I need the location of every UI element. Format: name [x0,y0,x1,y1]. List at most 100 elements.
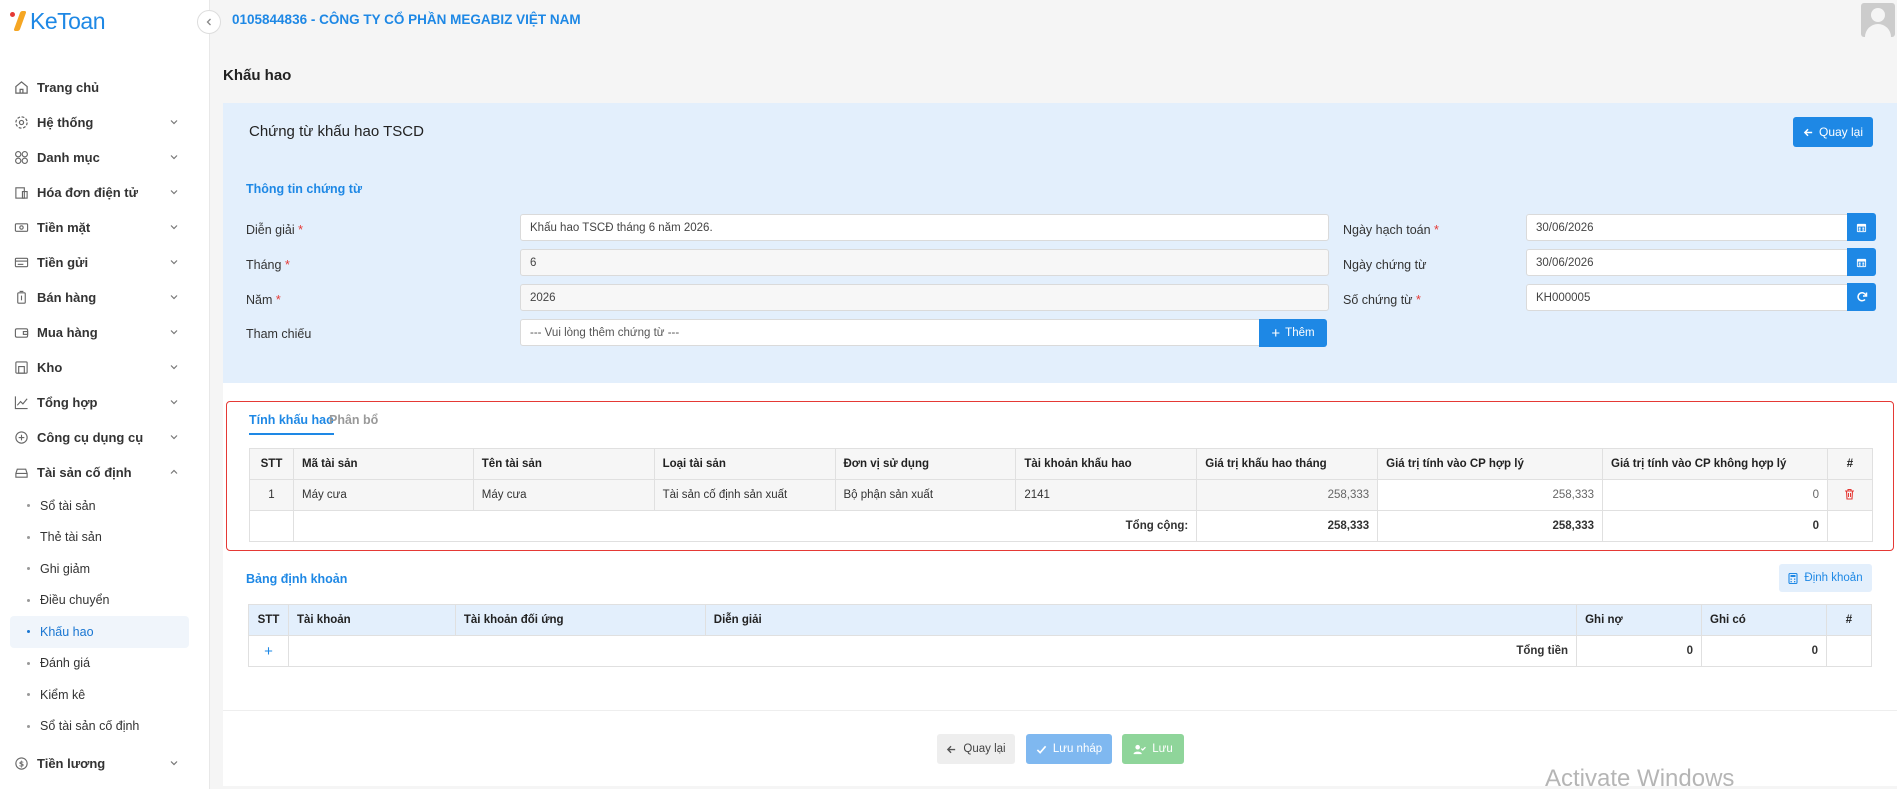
save-draft-label: Lưu nháp [1052,743,1103,755]
thang-label: Tháng * [246,258,290,272]
sidebar-item-mua-hang[interactable]: Mua hàng [0,315,209,350]
so-chung-tu-label-text: Số chứng từ [1343,293,1413,307]
sidebar-subitem-ghi-giam[interactable]: Ghi giảm [10,553,189,585]
ngay-hach-toan-label-text: Ngày hạch toán [1343,223,1431,237]
trash-icon[interactable] [1844,488,1855,500]
nam-value: 2026 [530,291,556,304]
sidebar-collapse-button[interactable] [197,10,221,34]
chevron-down-icon [170,435,178,440]
sidebar-item-he-thong[interactable]: Hệ thống [0,105,209,140]
sidebar-subitem-label: Sổ tài sản cố định [40,719,140,734]
sidebar-item-tien-mat[interactable]: Tiền mặt [0,210,209,245]
cell-tai-khoan: 2141 [1015,479,1198,511]
nam-label: Năm * [246,293,281,307]
dien-giai-input[interactable]: Khấu hao TSCĐ tháng 6 năm 2026. [520,214,1329,241]
save-button[interactable]: Lưu [1122,734,1184,764]
cell-stt: 1 [249,479,294,511]
required-mark: * [284,258,290,272]
logo[interactable]: KeToan [8,6,106,36]
total-blank-cell [1825,635,1873,667]
sidebar-item-kho[interactable]: Kho [0,350,209,385]
refresh-button[interactable] [1847,283,1876,311]
voucher-header: Chứng từ khấu hao TSCD Quay lại Thông ti… [223,103,1897,383]
sidebar-item-tong-hop[interactable]: Tổng hợp [0,385,209,420]
sidebar-subitem-so-tscd[interactable]: Sổ tài sản cố định [10,711,189,743]
chevron-down-icon [170,761,178,766]
check-icon [1036,745,1047,754]
sidebar-subitem-label: Ghi giảm [40,561,91,576]
thang-input[interactable]: 6 [520,249,1329,276]
sidebar-item-hoa-don[interactable]: Hóa đơn điện tử [0,175,209,210]
chevron-up-icon [170,469,178,474]
total-ghi-co: 0 [1701,635,1827,667]
ngay-chung-tu-value: 30/06/2026 [1536,256,1594,269]
company-name: 0105844836 - CÔNG TY CỔ PHẦN MEGABIZ VIỆ… [232,12,581,27]
add-reference-button[interactable]: + Thêm [1259,319,1327,347]
arrow-left-icon [947,745,956,753]
voucher-title: Chứng từ khấu hao TSCD [249,123,424,140]
sidebar-item-label: Bán hàng [37,290,97,305]
chevron-down-icon [170,225,178,230]
sidebar-subitem-the-tai-san[interactable]: Thẻ tài sản [10,522,189,554]
sidebar-item-label: Tiền lương [37,756,106,771]
add-row-button[interactable]: + [248,635,289,667]
logo-mark-icon [8,9,26,33]
back-button[interactable]: Quay lại [937,734,1015,764]
refresh-icon [1856,292,1867,302]
sidebar-subitem-dieu-chuyen[interactable]: Điều chuyển [10,585,189,617]
cell-ma-tai-san: Máy cưa [292,479,474,511]
cell-cp-khong-hop-ly[interactable]: 0 [1602,479,1828,511]
nam-input[interactable]: 2026 [520,284,1329,311]
thang-value: 6 [530,256,537,269]
sidebar-item-label: Kho [37,360,63,375]
sidebar-item-danh-muc[interactable]: Danh mục [0,140,209,175]
sidebar-item-label: Tiền mặt [37,220,91,235]
topbar: 0105844836 - CÔNG TY CỔ PHẦN MEGABIZ VIỆ… [210,0,1897,50]
sidebar-item-ban-hang[interactable]: Bán hàng [0,280,209,315]
so-chung-tu-input[interactable]: KH000005 [1526,284,1848,311]
total-khau-hao: 258,333 [1196,510,1379,542]
sidebar-item-cong-cu[interactable]: Công cụ dụng cụ [0,420,209,455]
sidebar-subitem-so-tai-san[interactable]: Sổ tài sản [10,490,189,522]
sidebar-item-label: Tổng hợp [37,395,98,410]
ngay-hach-toan-value: 30/06/2026 [1536,221,1594,234]
chevron-down-icon [170,365,178,370]
wallet-icon [13,325,29,341]
required-mark: * [1416,293,1421,307]
sidebar-item-tai-san-co-dinh[interactable]: Tài sản cố định [0,455,209,490]
calculator-icon [1788,572,1798,584]
sidebar-item-tien-luong[interactable]: $ Tiền lương [0,746,209,781]
calendar-button[interactable] [1847,213,1876,241]
back-button-top[interactable]: Quay lại [1793,117,1873,147]
chevron-down-icon [170,400,178,405]
sidebar-subitem-danh-gia[interactable]: Đánh giá [10,648,189,680]
sidebar-item-home[interactable]: Trang chủ [0,70,209,105]
dinh-khoan-button[interactable]: Định khoản [1779,564,1872,592]
avatar[interactable] [1861,3,1895,37]
sidebar-menu: Trang chủ Hệ thống Danh mục Hóa đơn điện… [0,70,209,781]
tham-chieu-input[interactable]: --- Vui lòng thêm chứng từ --- [520,319,1261,346]
tab-tinh-khau-hao[interactable]: Tính khấu hao [249,413,334,435]
warehouse-icon [13,360,29,376]
tham-chieu-placeholder: --- Vui lòng thêm chứng từ --- [530,326,680,339]
depreciation-table: STT Mã tài sản Tên tài sản Loại tài sản … [249,448,1874,542]
cell-cp-hop-ly[interactable]: 258,333 [1377,479,1604,511]
ngay-hach-toan-input[interactable]: 30/06/2026 [1526,214,1848,241]
sidebar-item-label: Hóa đơn điện tử [37,185,138,200]
calendar-button[interactable] [1847,248,1876,276]
sidebar-subitem-khau-hao[interactable]: Khấu hao [10,616,189,648]
arrow-left-icon [1803,128,1813,136]
cell-action [1826,479,1874,511]
sidebar-subitem-kiem-ke[interactable]: Kiểm kê [10,679,189,711]
calendar-icon [1856,258,1867,267]
column-header: Mã tài sản [292,448,474,480]
tab-phan-bo[interactable]: Phân bổ [329,413,378,427]
save-draft-button[interactable]: Lưu nháp [1026,734,1112,764]
column-header: Tài khoản khấu hao [1015,448,1198,480]
sidebar-item-tien-gui[interactable]: Tiền gửi [0,245,209,280]
column-header: Ghi nợ [1576,604,1703,636]
ngay-chung-tu-input[interactable]: 30/06/2026 [1526,249,1848,276]
home-icon [13,80,29,96]
footer-divider [223,710,1897,711]
page-title: Khấu hao [223,67,292,84]
